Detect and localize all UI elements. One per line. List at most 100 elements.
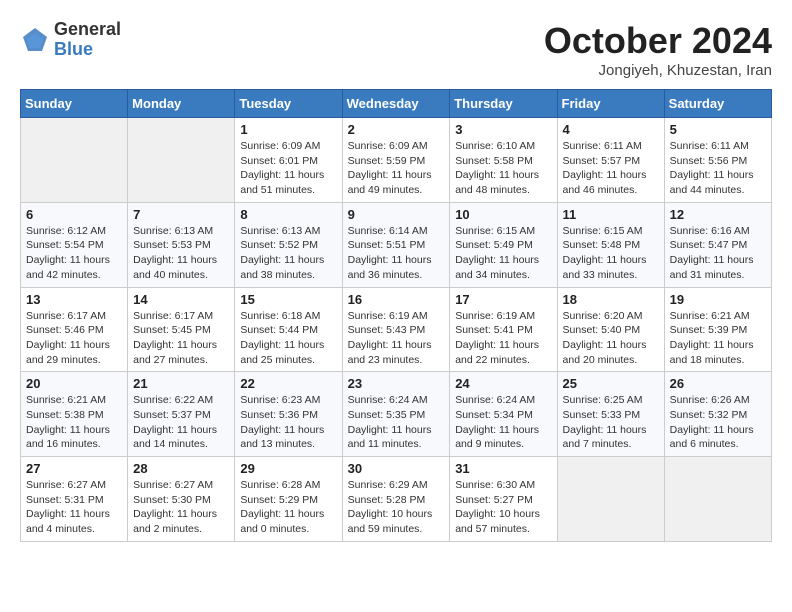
calendar-cell: 24 Sunrise: 6:24 AM Sunset: 5:34 PM Dayli… (450, 372, 557, 457)
day-number: 19 (670, 292, 766, 307)
calendar-cell: 13 Sunrise: 6:17 AM Sunset: 5:46 PM Dayli… (21, 287, 128, 372)
day-number: 21 (133, 376, 229, 391)
calendar-cell: 11Sunrise: 6:15 AM Sunset: 5:48 PM Dayli… (557, 202, 664, 287)
day-info: Sunrise: 6:09 AM Sunset: 5:59 PM Dayligh… (348, 139, 445, 198)
calendar-cell: 29Sunrise: 6:28 AM Sunset: 5:29 PM Dayli… (235, 457, 342, 542)
subtitle: Jongiyeh, Khuzestan, Iran (544, 62, 772, 79)
day-info: Sunrise: 6:30 AM Sunset: 5:27 PM Dayligh… (455, 478, 551, 537)
calendar-cell: 30Sunrise: 6:29 AM Sunset: 5:28 PM Dayli… (342, 457, 450, 542)
day-header-thursday: Thursday (450, 90, 557, 118)
calendar-cell: 26 Sunrise: 6:26 AM Sunset: 5:32 PM Dayli… (664, 372, 771, 457)
calendar-cell: 6 Sunrise: 6:12 AM Sunset: 5:54 PM Daylig… (21, 202, 128, 287)
day-info: Sunrise: 6:24 AM Sunset: 5:34 PM Dayligh… (455, 393, 551, 452)
day-info: Sunrise: 6:15 AM Sunset: 5:49 PM Dayligh… (455, 224, 551, 283)
day-info: Sunrise: 6:19 AM Sunset: 5:43 PM Dayligh… (348, 309, 445, 368)
day-number: 20 (26, 376, 122, 391)
calendar-cell: 22Sunrise: 6:23 AM Sunset: 5:36 PM Dayli… (235, 372, 342, 457)
calendar-cell (21, 118, 128, 203)
day-info: Sunrise: 6:17 AM Sunset: 5:46 PM Dayligh… (26, 309, 122, 368)
calendar-cell: 17 Sunrise: 6:19 AM Sunset: 5:41 PM Dayli… (450, 287, 557, 372)
calendar-cell: 4Sunrise: 6:11 AM Sunset: 5:57 PM Daylig… (557, 118, 664, 203)
day-number: 26 (670, 376, 766, 391)
day-header-wednesday: Wednesday (342, 90, 450, 118)
calendar-cell: 31Sunrise: 6:30 AM Sunset: 5:27 PM Dayli… (450, 457, 557, 542)
day-header-sunday: Sunday (21, 90, 128, 118)
day-number: 3 (455, 122, 551, 137)
day-number: 25 (563, 376, 659, 391)
calendar-cell: 3 Sunrise: 6:10 AM Sunset: 5:58 PM Daylig… (450, 118, 557, 203)
day-info: Sunrise: 6:23 AM Sunset: 5:36 PM Dayligh… (240, 393, 336, 452)
day-number: 30 (348, 461, 445, 476)
calendar-cell: 10 Sunrise: 6:15 AM Sunset: 5:49 PM Dayli… (450, 202, 557, 287)
calendar-cell: 2 Sunrise: 6:09 AM Sunset: 5:59 PM Daylig… (342, 118, 450, 203)
calendar-cell: 1Sunrise: 6:09 AM Sunset: 6:01 PM Daylig… (235, 118, 342, 203)
calendar-cell: 7 Sunrise: 6:13 AM Sunset: 5:53 PM Daylig… (128, 202, 235, 287)
day-info: Sunrise: 6:12 AM Sunset: 5:54 PM Dayligh… (26, 224, 122, 283)
day-header-tuesday: Tuesday (235, 90, 342, 118)
calendar-cell: 15 Sunrise: 6:18 AM Sunset: 5:44 PM Dayli… (235, 287, 342, 372)
calendar-cell (664, 457, 771, 542)
day-info: Sunrise: 6:27 AM Sunset: 5:31 PM Dayligh… (26, 478, 122, 537)
calendar-cell: 20 Sunrise: 6:21 AM Sunset: 5:38 PM Dayli… (21, 372, 128, 457)
day-number: 8 (240, 207, 336, 222)
calendar-table: SundayMondayTuesdayWednesdayThursdayFrid… (20, 89, 772, 542)
logo-blue-text: Blue (54, 40, 121, 60)
day-info: Sunrise: 6:09 AM Sunset: 6:01 PM Dayligh… (240, 139, 336, 198)
day-number: 12 (670, 207, 766, 222)
day-info: Sunrise: 6:11 AM Sunset: 5:56 PM Dayligh… (670, 139, 766, 198)
calendar-cell: 25 Sunrise: 6:25 AM Sunset: 5:33 PM Dayli… (557, 372, 664, 457)
calendar-cell (128, 118, 235, 203)
day-number: 14 (133, 292, 229, 307)
title-block: October 2024 Jongiyeh, Khuzestan, Iran (544, 20, 772, 79)
day-number: 7 (133, 207, 229, 222)
day-number: 28 (133, 461, 229, 476)
day-info: Sunrise: 6:14 AM Sunset: 5:51 PM Dayligh… (348, 224, 445, 283)
logo-general-text: General (54, 20, 121, 40)
day-info: Sunrise: 6:10 AM Sunset: 5:58 PM Dayligh… (455, 139, 551, 198)
day-info: Sunrise: 6:13 AM Sunset: 5:52 PM Dayligh… (240, 224, 336, 283)
day-number: 2 (348, 122, 445, 137)
day-number: 6 (26, 207, 122, 222)
calendar-cell: 21Sunrise: 6:22 AM Sunset: 5:37 PM Dayli… (128, 372, 235, 457)
day-number: 23 (348, 376, 445, 391)
day-number: 18 (563, 292, 659, 307)
day-number: 27 (26, 461, 122, 476)
day-info: Sunrise: 6:20 AM Sunset: 5:40 PM Dayligh… (563, 309, 659, 368)
logo-icon (20, 25, 50, 55)
day-info: Sunrise: 6:27 AM Sunset: 5:30 PM Dayligh… (133, 478, 229, 537)
day-header-friday: Friday (557, 90, 664, 118)
day-info: Sunrise: 6:11 AM Sunset: 5:57 PM Dayligh… (563, 139, 659, 198)
calendar-cell: 14Sunrise: 6:17 AM Sunset: 5:45 PM Dayli… (128, 287, 235, 372)
day-info: Sunrise: 6:15 AM Sunset: 5:48 PM Dayligh… (563, 224, 659, 283)
day-number: 10 (455, 207, 551, 222)
calendar-cell: 5 Sunrise: 6:11 AM Sunset: 5:56 PM Daylig… (664, 118, 771, 203)
page-header: General Blue October 2024 Jongiyeh, Khuz… (20, 20, 772, 79)
calendar-cell (557, 457, 664, 542)
day-number: 24 (455, 376, 551, 391)
day-info: Sunrise: 6:19 AM Sunset: 5:41 PM Dayligh… (455, 309, 551, 368)
calendar-cell: 19 Sunrise: 6:21 AM Sunset: 5:39 PM Dayli… (664, 287, 771, 372)
day-info: Sunrise: 6:16 AM Sunset: 5:47 PM Dayligh… (670, 224, 766, 283)
calendar-cell: 28 Sunrise: 6:27 AM Sunset: 5:30 PM Dayli… (128, 457, 235, 542)
day-info: Sunrise: 6:21 AM Sunset: 5:38 PM Dayligh… (26, 393, 122, 452)
day-info: Sunrise: 6:21 AM Sunset: 5:39 PM Dayligh… (670, 309, 766, 368)
calendar-cell: 12 Sunrise: 6:16 AM Sunset: 5:47 PM Dayli… (664, 202, 771, 287)
day-number: 17 (455, 292, 551, 307)
logo: General Blue (20, 20, 121, 60)
calendar-cell: 27 Sunrise: 6:27 AM Sunset: 5:31 PM Dayli… (21, 457, 128, 542)
calendar-cell: 23 Sunrise: 6:24 AM Sunset: 5:35 PM Dayli… (342, 372, 450, 457)
day-number: 5 (670, 122, 766, 137)
calendar-cell: 18 Sunrise: 6:20 AM Sunset: 5:40 PM Dayli… (557, 287, 664, 372)
day-number: 13 (26, 292, 122, 307)
day-number: 29 (240, 461, 336, 476)
day-info: Sunrise: 6:18 AM Sunset: 5:44 PM Dayligh… (240, 309, 336, 368)
day-number: 15 (240, 292, 336, 307)
calendar-cell: 9Sunrise: 6:14 AM Sunset: 5:51 PM Daylig… (342, 202, 450, 287)
day-number: 16 (348, 292, 445, 307)
day-info: Sunrise: 6:25 AM Sunset: 5:33 PM Dayligh… (563, 393, 659, 452)
day-info: Sunrise: 6:24 AM Sunset: 5:35 PM Dayligh… (348, 393, 445, 452)
day-info: Sunrise: 6:26 AM Sunset: 5:32 PM Dayligh… (670, 393, 766, 452)
day-header-saturday: Saturday (664, 90, 771, 118)
calendar-cell: 8 Sunrise: 6:13 AM Sunset: 5:52 PM Daylig… (235, 202, 342, 287)
day-info: Sunrise: 6:13 AM Sunset: 5:53 PM Dayligh… (133, 224, 229, 283)
